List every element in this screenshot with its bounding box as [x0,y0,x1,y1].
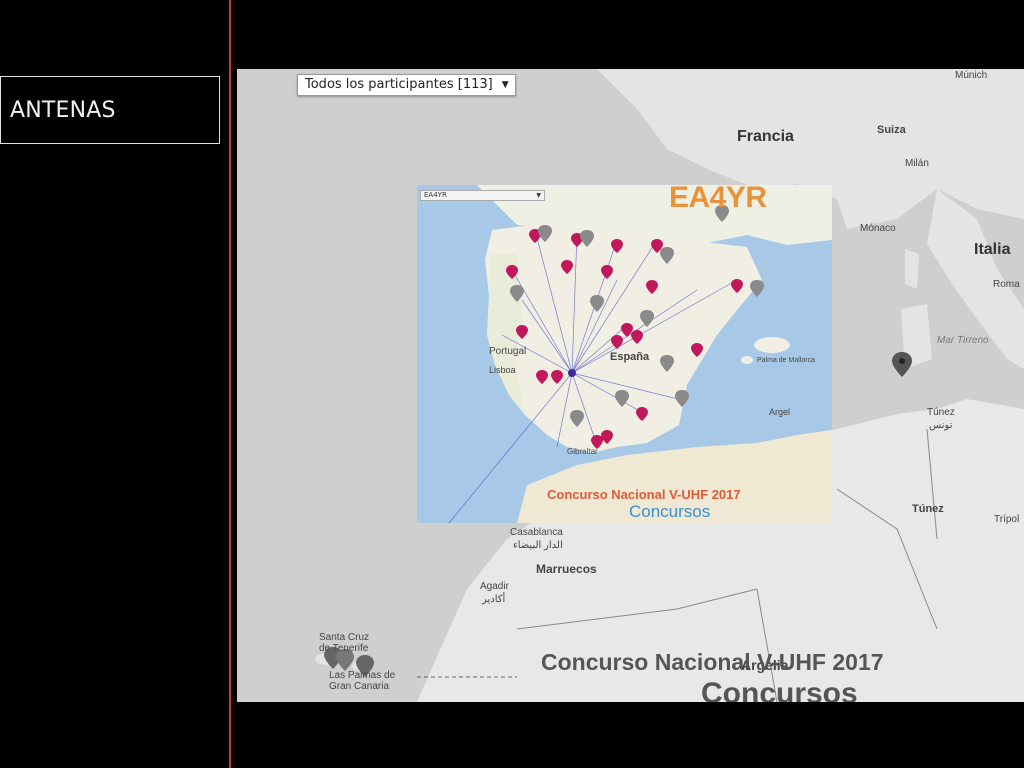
inset-label-portugal: Portugal [489,346,527,357]
inset-brand: Concursos [629,502,711,521]
map-label-tripoli: Trípol [994,514,1020,525]
panel-divider [229,0,231,768]
map-label-tunez-city-ar: تونس [929,420,953,431]
map-label-las-palmas: Las Palmas de Gran Canaria [329,670,396,692]
map-label-roma: Roma [993,279,1020,290]
inset-label-espana: España [610,351,650,363]
inset-label-argel: Argel [769,407,791,417]
chevron-down-icon: ▼ [501,80,509,90]
station-select[interactable]: EA4YR ▼ [420,190,545,201]
map-label-tunez-country: Túnez [912,503,944,515]
map-view[interactable]: Francia Italia Múnich Suiza Milán Mónaco… [237,69,1024,702]
map-label-tunez-city: Túnez [927,407,955,418]
map-label-casablanca-ar: الدار البيضاء [513,540,563,551]
map-label-milan: Milán [905,158,929,169]
map-label-santa-cruz: Santa Cruz de Tenerife [319,632,370,654]
map-label-italia: Italia [974,241,1011,258]
inset-label-lisboa: Lisboa [489,365,516,375]
inset-label-palma: Palma de Mallorca [757,357,815,364]
map-label-munich: Múnich [955,70,988,81]
map-label-monaco: Mónaco [860,223,896,234]
brand-watermark: Concursos [701,677,858,702]
inset-contest-title: Concurso Nacional V-UHF 2017 [547,487,741,502]
map-label-agadir: Agadir [480,581,509,592]
participants-select-value: Todos los participantes [113] [305,77,493,92]
participants-select[interactable]: Todos los participantes [113] ▼ [297,74,516,96]
inset-label-gibraltar: Gibraltar [567,447,598,456]
map-label-agadir-ar: أكادير [482,594,506,605]
station-callsign: EA4YR [669,185,767,214]
map-label-suiza: Suiza [877,124,906,136]
station-select-value: EA4YR [424,191,447,199]
map-label-mar-tirreno: Mar Tirreno [937,335,989,346]
chevron-down-icon: ▼ [536,192,541,199]
contest-title-watermark: Concurso Nacional V-UHF 2017 [541,649,884,675]
map-label-marruecos: Marruecos [536,562,597,576]
map-label-francia: Francia [737,128,794,145]
map-label-casablanca: Casablanca [510,527,563,538]
home-station-marker [568,369,576,377]
section-title: ANTENAS [0,76,220,144]
station-inset-map[interactable]: EA4YR ▼ EA4YR España Portugal Lisboa Gib… [417,185,832,523]
